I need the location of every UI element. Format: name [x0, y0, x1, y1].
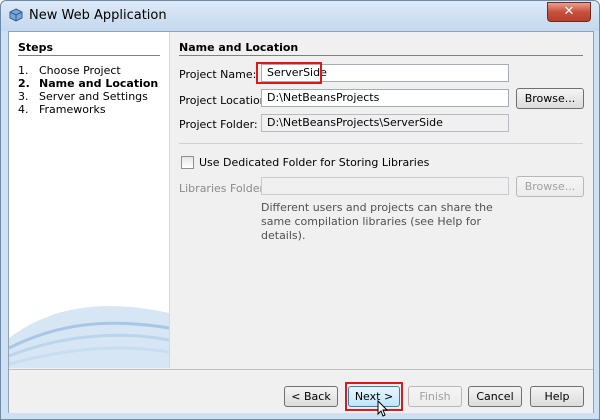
form-panel: Name and Location Project Name: ServerSi…	[170, 32, 593, 368]
project-folder-label: Project Folder:	[179, 118, 258, 131]
libraries-hint-text: Different users and projects can share t…	[261, 201, 493, 242]
steps-panel: Steps 1. Choose Project 2. Name and Locati…	[9, 32, 170, 368]
section-separator	[179, 143, 583, 144]
project-folder-field: D:\NetBeansProjects\ServerSide	[261, 114, 509, 132]
step-label: Choose Project	[39, 64, 121, 77]
section-divider	[179, 55, 583, 56]
close-button[interactable]: ✕	[547, 2, 591, 22]
step-label: Server and Settings	[39, 90, 148, 103]
steps-divider	[18, 55, 160, 56]
libraries-folder-input[interactable]	[261, 177, 509, 195]
section-title: Name and Location	[179, 41, 299, 54]
step-number: 4.	[18, 103, 29, 116]
step-item: 1. Choose Project	[18, 64, 158, 77]
step-number: 3.	[18, 90, 29, 103]
back-button[interactable]: < Back	[284, 386, 338, 407]
step-number: 1.	[18, 64, 29, 77]
step-item: 3. Server and Settings	[18, 90, 158, 103]
highlight-box	[256, 62, 322, 84]
steps-title: Steps	[18, 41, 54, 54]
step-item: 4. Frameworks	[18, 103, 158, 116]
title-bar: New Web Application ✕	[1, 1, 599, 31]
browse-location-button[interactable]: Browse...	[516, 88, 584, 109]
step-label: Frameworks	[39, 103, 106, 116]
project-name-label: Project Name:	[179, 68, 257, 81]
dedicated-folder-label: Use Dedicated Folder for Storing Librari…	[199, 156, 430, 169]
mouse-pointer-icon	[377, 400, 389, 417]
project-location-input[interactable]: D:\NetBeansProjects	[261, 89, 509, 107]
button-bar: < Back Next > Finish Cancel Help	[9, 369, 593, 413]
dialog-window: New Web Application ✕ Steps 1. Choose Pro…	[0, 0, 600, 420]
cancel-button[interactable]: Cancel	[468, 386, 522, 407]
libraries-folder-label: Libraries Folder:	[179, 182, 268, 195]
window-title: New Web Application	[29, 8, 167, 23]
dialog-body: Steps 1. Choose Project 2. Name and Locati…	[8, 31, 594, 413]
step-label: Name and Location	[39, 77, 159, 90]
dedicated-folder-checkbox[interactable]	[181, 156, 194, 169]
project-location-label: Project Location:	[179, 94, 271, 107]
netbeans-cube-icon	[9, 8, 23, 22]
help-button[interactable]: Help	[530, 386, 584, 407]
step-number: 2.	[18, 77, 30, 90]
finish-button[interactable]: Finish	[408, 386, 462, 407]
step-item-current: 2. Name and Location	[18, 77, 158, 90]
browse-libraries-button[interactable]: Browse...	[516, 176, 584, 197]
highlight-box	[345, 382, 403, 411]
steps-list: 1. Choose Project 2. Name and Location 3. S…	[18, 64, 158, 116]
decorative-wave-graphic	[9, 306, 169, 368]
